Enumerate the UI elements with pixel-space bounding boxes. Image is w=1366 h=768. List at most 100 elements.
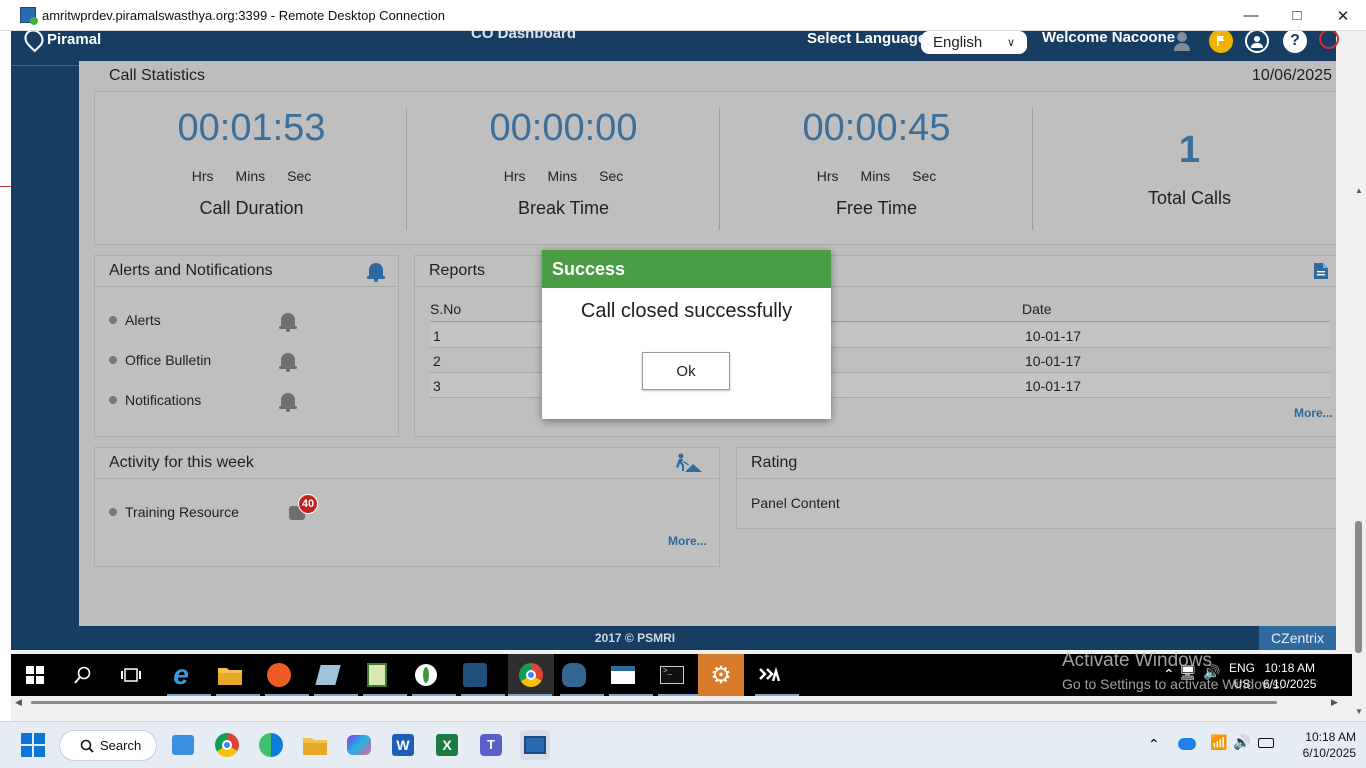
rdp-title-bar: amritwprdev.piramalswasthya.org:3399 - R…	[0, 0, 1366, 31]
worker-icon[interactable]	[673, 453, 703, 478]
notepad-icon[interactable]	[361, 659, 407, 696]
taskbar-search[interactable]: Search	[59, 730, 157, 761]
volume-icon[interactable]: 🔊	[1233, 734, 1250, 751]
scroll-down-arrow-icon[interactable]: ▼	[1355, 707, 1363, 716]
ok-button[interactable]: Ok	[642, 352, 730, 390]
tray-chevron-up-icon[interactable]: ⌃	[1148, 736, 1160, 753]
edge-icon[interactable]	[256, 730, 286, 760]
stat-units: Hrs Mins Sec	[95, 168, 408, 184]
stat-call-duration: 00:01:53 Hrs Mins Sec Call Duration	[95, 107, 408, 231]
wifi-icon[interactable]: 📶	[1210, 734, 1227, 751]
windows-start-icon[interactable]	[18, 730, 48, 760]
remote-desktop-taskbar-icon[interactable]	[520, 730, 550, 760]
app-icon[interactable]	[312, 659, 358, 696]
call-statistics-title: Call Statistics	[109, 67, 206, 84]
rating-panel: Rating Panel Content	[736, 447, 1336, 529]
chrome-icon[interactable]	[212, 730, 242, 760]
minimize-button[interactable]: —	[1228, 0, 1274, 31]
internet-explorer-icon[interactable]: e	[165, 659, 211, 696]
onedrive-icon[interactable]	[1178, 738, 1196, 750]
unit-hrs: Hrs	[191, 168, 214, 184]
dialog-message: Call closed successfully	[580, 300, 793, 322]
cell-sno: 2	[433, 353, 441, 369]
maximize-button[interactable]: □	[1274, 0, 1320, 31]
unit-sec: Sec	[287, 168, 312, 184]
vertical-scrollbar[interactable]: ▲ ▼	[1352, 31, 1366, 721]
vertical-scroll-thumb[interactable]	[1355, 521, 1362, 653]
search-icon[interactable]	[67, 659, 99, 691]
activity-panel-title: Activity for this week	[109, 454, 254, 471]
bell-icon[interactable]	[279, 312, 297, 332]
bell-icon[interactable]	[279, 392, 297, 412]
piramal-logo[interactable]: Piramal	[20, 31, 101, 53]
language-select[interactable]: English ∨	[921, 31, 1027, 54]
stat-value: 00:00:45	[802, 107, 951, 149]
column-header-sno: S.No	[430, 301, 462, 317]
horizontal-scrollbar[interactable]: ◀ ▶	[11, 696, 1352, 710]
battery-icon[interactable]	[1258, 738, 1274, 748]
task-view-icon[interactable]	[115, 659, 147, 691]
gutter-line	[0, 186, 11, 187]
m365-icon[interactable]	[344, 730, 374, 760]
stat-value: 00:00:00	[489, 107, 638, 149]
rating-panel-header: Rating	[737, 448, 1336, 479]
store-icon[interactable]	[168, 730, 198, 760]
help-icon[interactable]: ?	[1283, 31, 1307, 53]
stat-label: Break Time	[517, 198, 610, 218]
flag-icon[interactable]	[1209, 31, 1233, 53]
list-item-training-resource[interactable]: Training Resource	[109, 504, 239, 520]
list-item-label: Alerts	[125, 312, 161, 328]
power-icon[interactable]	[1319, 31, 1339, 49]
window-controls: — □ ✕	[1228, 0, 1366, 31]
settings-gear-icon[interactable]: ⚙	[698, 654, 744, 696]
unit-mins: Mins	[235, 168, 266, 184]
terminal-icon[interactable]: >_	[656, 659, 702, 696]
horizontal-scroll-thumb[interactable]	[31, 701, 1277, 704]
stat-label: Free Time	[835, 198, 918, 218]
list-item-office-bulletin[interactable]: Office Bulletin	[109, 352, 211, 368]
reports-more-link[interactable]: More...	[1294, 406, 1333, 420]
mysql-workbench-icon[interactable]	[459, 659, 505, 696]
word-icon[interactable]: W	[388, 730, 418, 760]
close-button[interactable]: ✕	[1320, 0, 1366, 31]
list-item-alerts[interactable]: Alerts	[109, 312, 161, 328]
postman-icon[interactable]	[263, 659, 309, 696]
scroll-right-arrow-icon[interactable]: ▶	[1331, 697, 1338, 708]
app-launcher-icon[interactable]	[753, 659, 799, 696]
unit-mins: Mins	[860, 168, 891, 184]
bullet-icon	[109, 508, 117, 516]
user-profile-icon[interactable]	[1245, 31, 1269, 53]
activity-more-link[interactable]: More...	[668, 534, 707, 548]
search-label: Search	[100, 738, 142, 753]
file-explorer-icon[interactable]	[214, 659, 260, 696]
app-footer: 2017 © PSMRI	[11, 626, 1259, 650]
list-item-label: Office Bulletin	[125, 352, 212, 368]
agent-status-icon[interactable]	[1171, 31, 1195, 53]
teams-icon[interactable]: T	[476, 730, 506, 760]
stat-value: 1	[1178, 129, 1201, 171]
chevron-down-icon: ∨	[1006, 37, 1015, 49]
stat-total-calls: 1 Total Calls	[1033, 107, 1346, 231]
host-clock[interactable]: 10:18 AM 6/10/2025	[1303, 729, 1356, 761]
start-icon[interactable]	[19, 659, 51, 691]
remote-time: 10:18 AM	[1264, 661, 1316, 675]
document-icon[interactable]	[1313, 262, 1329, 285]
excel-icon[interactable]: X	[432, 730, 462, 760]
activate-windows-title: Activate Windows	[1062, 650, 1212, 671]
postgresql-icon[interactable]	[558, 659, 604, 696]
window-title: amritwprdev.piramalswasthya.org:3399 - R…	[42, 7, 445, 23]
file-explorer-icon[interactable]	[300, 730, 330, 760]
language-label: Select Language:	[807, 31, 932, 47]
mongodb-icon[interactable]	[410, 659, 456, 696]
bell-icon[interactable]	[367, 262, 385, 282]
unit-hrs: Hrs	[503, 168, 526, 184]
chrome-icon[interactable]	[508, 654, 554, 696]
window-app-icon[interactable]	[607, 659, 653, 696]
scroll-left-arrow-icon[interactable]: ◀	[15, 697, 22, 708]
stat-free-time: 00:00:45 Hrs Mins Sec Free Time	[720, 107, 1033, 231]
czentrix-brand[interactable]: CZentrix	[1259, 626, 1336, 650]
list-item-notifications[interactable]: Notifications	[109, 392, 201, 408]
bell-icon[interactable]	[279, 352, 297, 372]
bullet-icon	[109, 356, 117, 364]
scroll-up-arrow-icon[interactable]: ▲	[1355, 186, 1363, 195]
